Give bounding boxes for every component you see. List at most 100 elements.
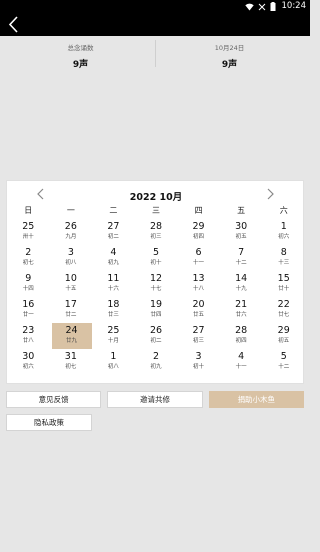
prev-month-icon[interactable] bbox=[34, 186, 48, 200]
calendar-day[interactable]: 5 十二 bbox=[262, 349, 305, 375]
day-number: 27 bbox=[107, 221, 120, 232]
weekday-label: 一 bbox=[66, 206, 75, 215]
back-arrow-icon[interactable] bbox=[6, 15, 22, 34]
calendar-day[interactable]: 4 十一 bbox=[220, 349, 263, 375]
calendar-day[interactable]: 15 廿十 bbox=[262, 271, 305, 297]
calendar-day[interactable]: 4 初九 bbox=[92, 245, 135, 271]
weekday-header: 日 一 二 三 四 五 六 bbox=[7, 205, 305, 217]
weekday-label: 六 bbox=[279, 206, 288, 215]
calendar-day[interactable]: 1 初六 bbox=[262, 219, 305, 245]
lunar-date: 十一 bbox=[235, 364, 247, 370]
lunar-date: 初四 bbox=[193, 234, 205, 240]
feedback-button[interactable]: 意见反馈 bbox=[6, 391, 102, 408]
calendar-header: 2022 10月 bbox=[7, 185, 305, 203]
lunar-date: 廿八 bbox=[22, 338, 34, 344]
lunar-date: 十一 bbox=[193, 260, 205, 266]
day-number: 5 bbox=[152, 247, 160, 258]
calendar-day[interactable]: 25 十月 bbox=[92, 323, 135, 349]
lunar-date: 十二 bbox=[278, 364, 290, 370]
calendar-day[interactable]: 20 廿五 bbox=[177, 297, 220, 323]
lunar-date: 廿五 bbox=[193, 312, 205, 318]
lunar-date: 初三 bbox=[193, 338, 205, 344]
calendar-day[interactable]: 14 十九 bbox=[220, 271, 263, 297]
day-number: 11 bbox=[107, 273, 120, 284]
calendar-day[interactable]: 2 初七 bbox=[7, 245, 50, 271]
calendar-title: 2022 10月 bbox=[129, 192, 183, 203]
calendar-day[interactable]: 30 初六 bbox=[7, 349, 50, 375]
lunar-date: 初五 bbox=[278, 338, 290, 344]
action-buttons: 意见反馈 邀请共修 捐助小木鱼 bbox=[6, 391, 304, 408]
day-number: 4 bbox=[110, 247, 117, 258]
lunar-date: 十九 bbox=[235, 286, 247, 292]
weekday-label: 三 bbox=[151, 206, 160, 215]
day-number: 25 bbox=[22, 221, 35, 232]
day-number: 15 bbox=[277, 273, 290, 284]
calendar-day[interactable]: 17 廿二 bbox=[50, 297, 93, 323]
day-number: 25 bbox=[107, 325, 120, 336]
lunar-date: 十六 bbox=[107, 286, 119, 292]
calendar-day[interactable]: 11 十六 bbox=[92, 271, 135, 297]
calendar-day[interactable]: 16 廿一 bbox=[7, 297, 50, 323]
stat-label: 总念诵数 bbox=[67, 44, 94, 52]
calendar-day[interactable]: 24 廿九 bbox=[51, 323, 92, 349]
calendar-day[interactable]: 25 卅十 bbox=[7, 219, 50, 245]
calendar-day[interactable]: 13 十八 bbox=[177, 271, 220, 297]
lunar-date: 初八 bbox=[65, 260, 77, 266]
day-number: 27 bbox=[192, 325, 205, 336]
day-number: 20 bbox=[192, 299, 205, 310]
day-number: 30 bbox=[235, 221, 248, 232]
stat-label: 10月24日 bbox=[214, 44, 245, 52]
calendar-day[interactable]: 9 十四 bbox=[7, 271, 50, 297]
calendar-day[interactable]: 29 初五 bbox=[262, 323, 305, 349]
lunar-date: 初九 bbox=[150, 364, 162, 370]
calendar-day[interactable]: 23 廿八 bbox=[7, 323, 50, 349]
privacy-button[interactable]: 隐私政策 bbox=[6, 414, 92, 431]
lunar-date: 廿十 bbox=[278, 286, 290, 292]
lunar-date: 初七 bbox=[65, 364, 77, 370]
calendar-day[interactable]: 2 初九 bbox=[135, 349, 178, 375]
day-number: 6 bbox=[195, 247, 202, 258]
lunar-date: 廿一 bbox=[22, 312, 34, 318]
lunar-date: 九月 bbox=[65, 234, 77, 240]
next-month-icon[interactable] bbox=[263, 186, 277, 200]
day-number: 2 bbox=[25, 247, 32, 258]
calendar-day[interactable]: 28 初四 bbox=[220, 323, 263, 349]
calendar-day[interactable]: 12 十七 bbox=[135, 271, 178, 297]
donate-button[interactable]: 捐助小木鱼 bbox=[208, 391, 304, 408]
calendar-day[interactable]: 3 初十 bbox=[177, 349, 220, 375]
weekday-label: 日 bbox=[24, 206, 33, 215]
invite-button[interactable]: 邀请共修 bbox=[107, 391, 203, 408]
lunar-date: 十三 bbox=[278, 260, 290, 266]
calendar-day[interactable]: 6 十一 bbox=[177, 245, 220, 271]
calendar-day[interactable]: 22 廿七 bbox=[262, 297, 305, 323]
calendar-day[interactable]: 31 初七 bbox=[50, 349, 93, 375]
day-number: 16 bbox=[22, 299, 35, 310]
day-number: 2 bbox=[152, 351, 160, 362]
calendar-day[interactable]: 27 初三 bbox=[177, 323, 220, 349]
weekday-label: 二 bbox=[109, 206, 118, 215]
calendar-day[interactable]: 3 初八 bbox=[50, 245, 93, 271]
calendar-day[interactable]: 18 廿三 bbox=[92, 297, 135, 323]
day-number: 10 bbox=[64, 273, 77, 284]
calendar-day[interactable]: 1 初八 bbox=[92, 349, 135, 375]
calendar-day[interactable]: 7 十二 bbox=[220, 245, 263, 271]
calendar-day[interactable]: 27 初二 bbox=[92, 219, 135, 245]
lunar-date: 初八 bbox=[107, 364, 119, 370]
lunar-date: 十五 bbox=[65, 286, 77, 292]
calendar-day[interactable]: 21 廿六 bbox=[220, 297, 263, 323]
calendar-day[interactable]: 26 初二 bbox=[135, 323, 178, 349]
calendar-day[interactable]: 28 初三 bbox=[135, 219, 178, 245]
day-number: 19 bbox=[149, 299, 163, 310]
calendar-day[interactable]: 10 十五 bbox=[50, 271, 93, 297]
calendar-day[interactable]: 5 初十 bbox=[135, 245, 178, 271]
calendar-day[interactable]: 26 九月 bbox=[50, 219, 93, 245]
lunar-date: 初十 bbox=[193, 364, 205, 370]
calendar-day[interactable]: 19 廿四 bbox=[135, 297, 178, 323]
calendar-day[interactable]: 29 初四 bbox=[177, 219, 220, 245]
day-number: 4 bbox=[238, 351, 245, 362]
lunar-date: 十月 bbox=[107, 338, 119, 344]
stat-value: 9声 bbox=[72, 60, 89, 70]
no-signal-icon bbox=[258, 3, 266, 13]
calendar-day[interactable]: 8 十三 bbox=[262, 245, 305, 271]
calendar-day[interactable]: 30 初五 bbox=[220, 219, 263, 245]
